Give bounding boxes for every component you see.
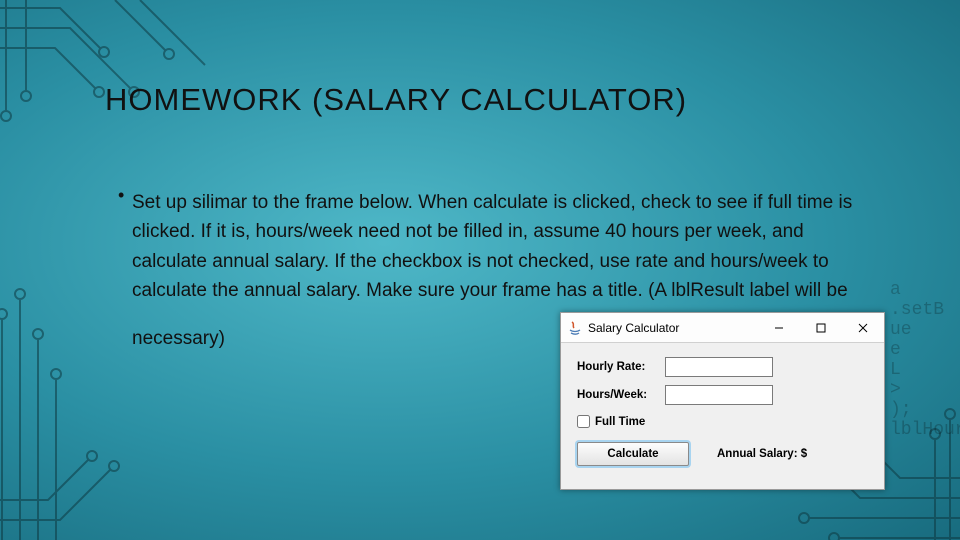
annual-salary-label: Annual Salary: $ <box>717 448 807 460</box>
hourly-rate-input[interactable] <box>665 357 773 377</box>
bullet-dot: • <box>118 182 132 300</box>
java-icon <box>567 320 583 336</box>
bullet-paragraph: Set up silimar to the frame below. When … <box>132 188 878 306</box>
hours-week-label: Hours/Week: <box>577 389 665 401</box>
calculate-button[interactable]: Calculate <box>577 442 689 466</box>
slide-title: HOMEWORK (SALARY CALCULATOR) <box>105 82 687 118</box>
salary-calculator-window: Salary Calculator Hourly Rate: Hours/Wee… <box>560 312 885 490</box>
window-title: Salary Calculator <box>588 321 679 335</box>
full-time-label: Full Time <box>595 416 645 428</box>
maximize-button[interactable] <box>800 313 842 342</box>
hours-week-input[interactable] <box>665 385 773 405</box>
ghost-code-background: a .setB ue e L > ); lblHours.setBo <box>890 280 960 530</box>
full-time-checkbox[interactable] <box>577 415 590 428</box>
hourly-rate-row: Hourly Rate: <box>577 357 868 377</box>
window-body: Hourly Rate: Hours/Week: Full Time Calcu… <box>561 343 884 476</box>
window-controls <box>758 313 884 342</box>
full-time-row: Full Time <box>577 415 868 428</box>
circuit-decoration-top-left <box>0 0 210 150</box>
hours-week-row: Hours/Week: <box>577 385 868 405</box>
minimize-button[interactable] <box>758 313 800 342</box>
bottom-row: Calculate Annual Salary: $ <box>577 442 868 466</box>
titlebar: Salary Calculator <box>561 313 884 343</box>
slide: a .setB ue e L > ); lblHours.setBo HOMEW… <box>0 0 960 540</box>
hourly-rate-label: Hourly Rate: <box>577 361 665 373</box>
close-button[interactable] <box>842 313 884 342</box>
